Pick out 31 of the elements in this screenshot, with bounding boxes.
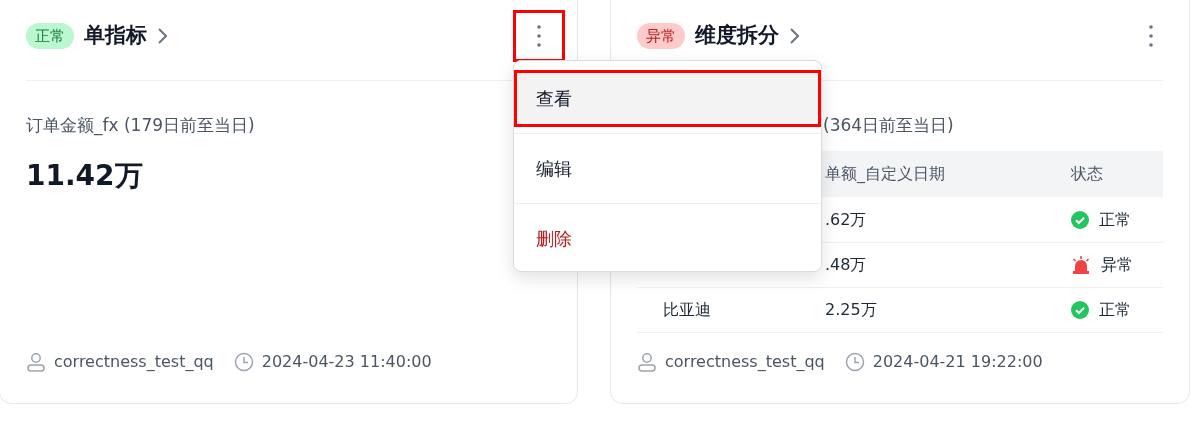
- table-cell: .62万: [825, 209, 867, 229]
- status-text: 正常: [1099, 298, 1131, 321]
- status-text: 正常: [1099, 208, 1131, 231]
- timestamp: 2024-04-23 11:40:00: [261, 351, 432, 373]
- status-text: 异常: [1101, 253, 1133, 276]
- card-title[interactable]: 维度拆分: [695, 19, 779, 52]
- clock-icon: [233, 352, 254, 372]
- table-cell: 2.25万: [825, 299, 877, 319]
- menu-item[interactable]: 查看: [514, 70, 821, 127]
- timestamp: 2024-04-21 19:22:00: [872, 351, 1043, 373]
- menu-item[interactable]: 编辑: [514, 140, 821, 197]
- metric-label: (364日前至当日): [822, 114, 955, 137]
- table-cell: 比亚迪: [663, 299, 711, 319]
- status-badge: 正常: [26, 22, 74, 49]
- metric-label: 订单金额_fx (179日前至当日): [26, 114, 256, 138]
- owner-name: correctness_test_qq: [665, 351, 825, 373]
- table-cell: .48万: [825, 254, 867, 274]
- chevron-right-icon: [157, 26, 169, 45]
- metric-value: 11.42万: [26, 157, 143, 194]
- card-title[interactable]: 单指标: [84, 19, 147, 52]
- kebab-icon: [537, 23, 541, 48]
- status-badge: 异常: [637, 22, 685, 49]
- user-icon: [26, 352, 46, 372]
- column-header: 单额_自定义日期: [825, 163, 945, 183]
- chevron-right-icon: [789, 26, 801, 45]
- owner-name: correctness_test_qq: [54, 351, 214, 373]
- clock-icon: [844, 352, 865, 372]
- user-icon: [637, 352, 657, 372]
- menu-item[interactable]: 删除: [514, 210, 821, 267]
- column-header: 状态: [1071, 162, 1103, 185]
- kebab-icon: [1149, 23, 1153, 48]
